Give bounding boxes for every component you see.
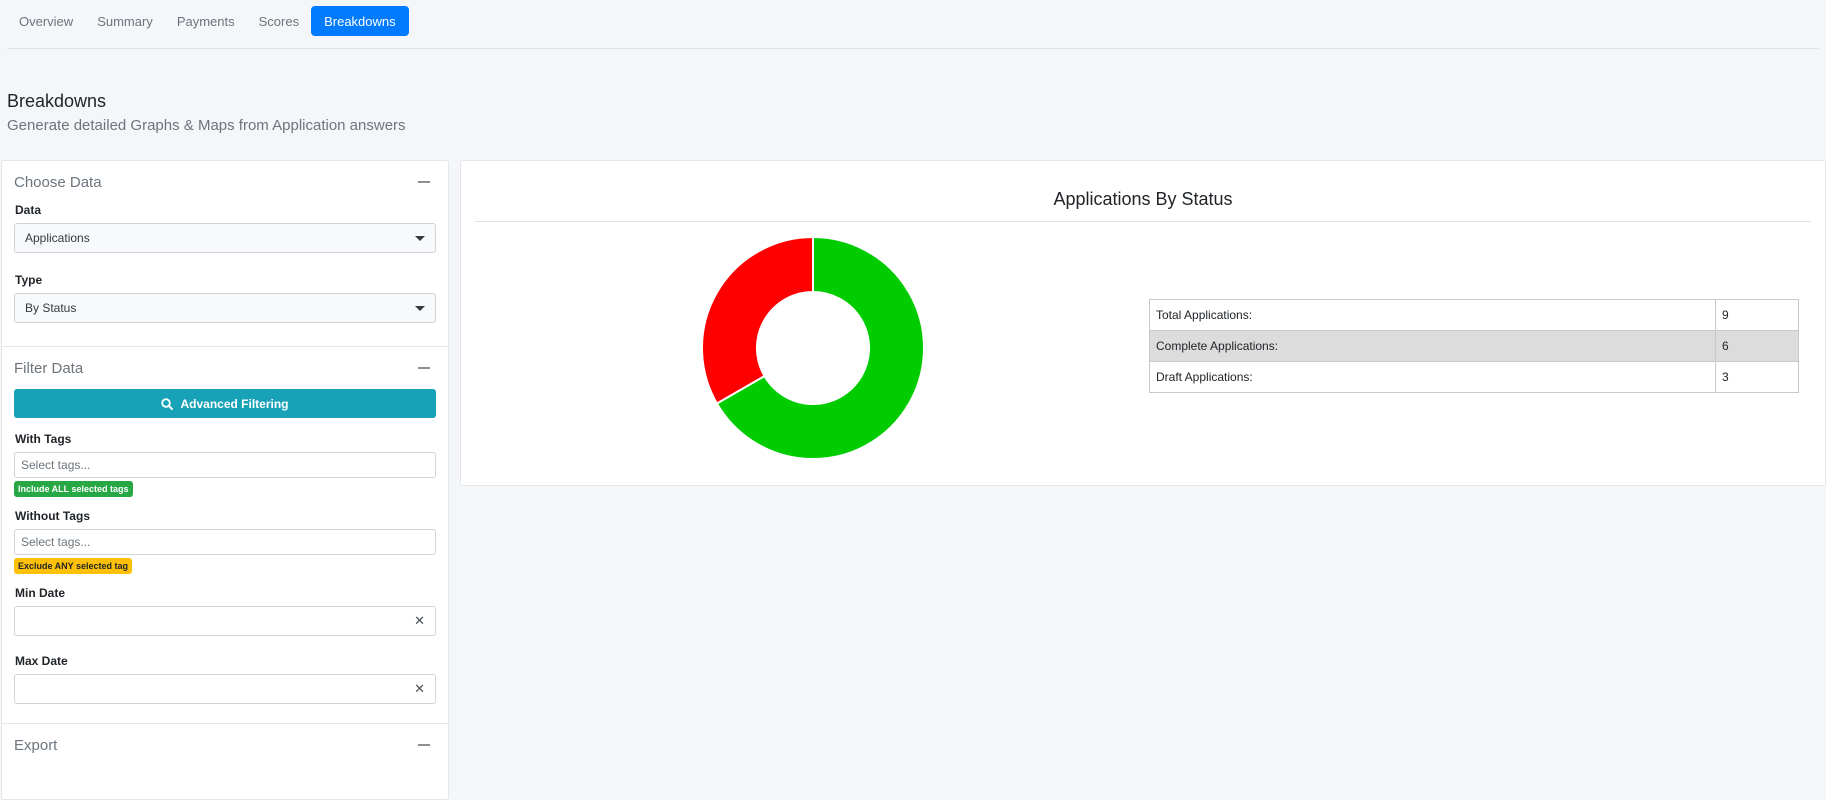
exclude-any-badge: Exclude ANY selected tag: [14, 558, 133, 574]
page-title: Breakdowns: [7, 91, 107, 111]
nav-tabs: Overview Summary Payments Scores Breakdo…: [7, 6, 409, 36]
stat-label: Draft Applications:: [1149, 361, 1716, 393]
stat-value: 9: [1715, 299, 1799, 331]
chart-title: Applications By Status: [1053, 189, 1233, 209]
type-label: Type: [15, 273, 43, 287]
export-header: Export: [14, 724, 436, 766]
options-panel: Choose Data Data Applications Type By St…: [1, 160, 449, 800]
export-title: Export: [14, 736, 58, 754]
stats-table: Total Applications: 9 Complete Applicati…: [1149, 299, 1799, 393]
clear-icon[interactable]: ✕: [414, 613, 425, 629]
min-date-input[interactable]: ✕: [14, 606, 436, 636]
filter-data-header: Filter Data: [14, 347, 436, 389]
page-subtitle: Generate detailed Graphs & Maps from App…: [7, 117, 406, 134]
tabs-divider: [7, 48, 1819, 49]
choose-data-section: Choose Data Data Applications Type By St…: [2, 161, 448, 347]
stat-value: 6: [1715, 330, 1799, 362]
filter-data-title: Filter Data: [14, 359, 84, 377]
stat-label: Total Applications:: [1149, 299, 1716, 331]
type-select-value: By Status: [25, 301, 77, 315]
with-tags-label: With Tags: [15, 432, 72, 446]
include-all-badge: Include ALL selected tags: [14, 481, 133, 497]
advanced-filtering-button[interactable]: Advanced Filtering: [14, 389, 436, 418]
type-select[interactable]: By Status: [14, 293, 436, 323]
with-tags-input[interactable]: Select tags...: [14, 452, 436, 478]
data-select-value: Applications: [25, 231, 90, 245]
table-row: Draft Applications: 3: [1149, 361, 1799, 393]
min-date-label: Min Date: [15, 586, 66, 600]
collapse-minus-icon[interactable]: [418, 367, 430, 369]
tab-payments[interactable]: Payments: [165, 6, 247, 36]
table-row: Total Applications: 9: [1149, 299, 1799, 331]
data-select[interactable]: Applications: [14, 223, 436, 253]
advanced-filtering-label: Advanced Filtering: [180, 396, 289, 411]
tab-summary[interactable]: Summary: [85, 6, 165, 36]
tab-scores[interactable]: Scores: [247, 6, 311, 36]
choose-data-title: Choose Data: [14, 173, 102, 191]
max-date-label: Max Date: [15, 654, 68, 668]
tab-overview[interactable]: Overview: [7, 6, 85, 36]
tab-breakdowns[interactable]: Breakdowns: [311, 6, 409, 36]
clear-icon[interactable]: ✕: [414, 681, 425, 697]
without-tags-input[interactable]: Select tags...: [14, 529, 436, 555]
stat-value: 3: [1715, 361, 1799, 393]
caret-down-icon: [415, 305, 425, 311]
table-row: Complete Applications: 6: [1149, 330, 1799, 362]
collapse-minus-icon[interactable]: [418, 744, 430, 746]
export-section: Export: [2, 724, 448, 766]
donut-chart: [701, 235, 925, 460]
collapse-minus-icon[interactable]: [418, 181, 430, 183]
choose-data-header: Choose Data: [14, 161, 436, 203]
caret-down-icon: [415, 235, 425, 241]
donut-slice-draft[interactable]: [701, 235, 814, 405]
search-icon: [161, 397, 174, 410]
max-date-input[interactable]: ✕: [14, 674, 436, 704]
without-tags-label: Without Tags: [15, 509, 90, 523]
filter-data-section: Filter Data Advanced Filtering With Tags…: [2, 347, 448, 724]
chart-panel: Applications By Status Total Application…: [460, 160, 1826, 486]
stat-label: Complete Applications:: [1149, 330, 1716, 362]
chart-divider: [475, 221, 1811, 222]
data-label: Data: [15, 203, 42, 217]
